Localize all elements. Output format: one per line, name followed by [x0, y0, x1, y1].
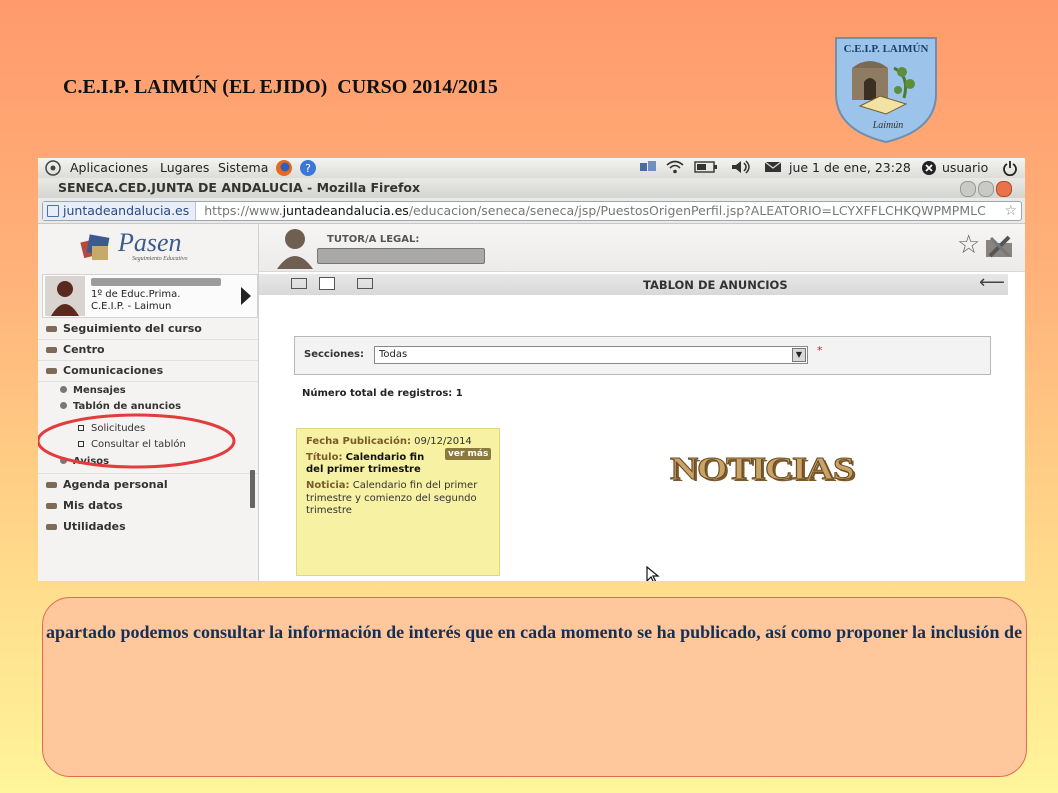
menu-seguimiento[interactable]: Seguimiento del curso	[46, 322, 202, 335]
favorites-star-icon[interactable]: ☆	[957, 230, 980, 260]
menu-divider	[38, 339, 258, 340]
required-mark: *	[817, 344, 823, 357]
ver-mas-button[interactable]: ver más	[445, 448, 492, 460]
menu-divider	[38, 381, 258, 382]
navigation-toolbar: juntadeandalucia.es https://www.juntadea…	[38, 198, 1025, 224]
window-title: SENECA.CED.JUNTA DE ANDALUCIA - Mozilla …	[58, 180, 421, 195]
os-menu-system[interactable]: Sistema	[218, 160, 268, 175]
tools-icon[interactable]	[987, 234, 1013, 260]
menu-centro[interactable]: Centro	[46, 343, 105, 356]
panel-title: TABLON DE ANUNCIOS	[643, 278, 788, 292]
window-maximize-button[interactable]	[978, 181, 994, 197]
notice-card: Fecha Publicación: 09/12/2014 Título: Ca…	[296, 428, 500, 576]
submenu-label: Mensajes	[73, 385, 126, 396]
logo-text: C.E.I.P. LAIMÚN	[844, 43, 929, 55]
menu-label: Comunicaciones	[63, 364, 164, 377]
compose-icon[interactable]	[291, 278, 307, 289]
folder-icon	[46, 482, 57, 488]
notice-date-label: Fecha Publicación:	[306, 436, 411, 447]
sections-select-value: Todas	[379, 349, 408, 360]
window-close-button[interactable]	[996, 181, 1012, 197]
clock-datetime[interactable]: jue 1 de ene, 23:28	[789, 160, 911, 175]
os-username[interactable]: usuario	[942, 160, 988, 175]
role-label: TUTOR/A LEGAL:	[327, 234, 420, 245]
notice-title-label: Título:	[306, 452, 343, 463]
url-prefix: https://www.	[204, 203, 283, 218]
os-menu-places[interactable]: Lugares	[160, 160, 209, 175]
wifi-icon[interactable]	[666, 159, 684, 178]
notice-date: 09/12/2014	[414, 436, 472, 447]
panel-header: TABLON DE ANUNCIOS ⟵	[259, 272, 1008, 295]
noticias-banner: NOTICIAS	[669, 450, 855, 487]
window-titlebar[interactable]: SENECA.CED.JUNTA DE ANDALUCIA - Mozilla …	[38, 178, 1025, 198]
site-identity-icon	[47, 205, 59, 217]
highlight-circle	[38, 413, 236, 469]
user-status-icon[interactable]	[921, 160, 937, 179]
menu-label: Utilidades	[63, 520, 126, 533]
logo-signature: Laimún	[872, 120, 904, 131]
submenu-mensajes[interactable]: Mensajes	[60, 385, 126, 396]
pasen-logo: Pasen Seguimiento Educativo	[78, 228, 228, 270]
student-school: C.E.I.P. - Laimun	[91, 301, 172, 312]
folder-icon	[46, 524, 57, 530]
url-text: https://www.juntadeandalucia.es/educacio…	[200, 203, 986, 218]
app-header: TUTOR/A LEGAL: ☆	[259, 224, 1025, 272]
os-top-panel: Aplicaciones Lugares Sistema ? jue 1 de …	[38, 158, 1025, 178]
explanation-text: En este apartado podemos consultar la in…	[43, 622, 1026, 642]
url-domain: juntadeandalucia.es	[282, 203, 409, 218]
slide-title: C.E.I.P. LAIMÚN (EL EJIDO) CURSO 2014/20…	[63, 76, 498, 98]
svg-text:?: ?	[305, 162, 311, 175]
menu-utilidades[interactable]: Utilidades	[46, 520, 126, 533]
url-bar[interactable]: juntadeandalucia.es https://www.juntadea…	[42, 201, 1022, 221]
bullet-icon	[60, 386, 67, 393]
notice-body-label: Noticia:	[306, 480, 350, 491]
expand-arrow-icon[interactable]	[241, 287, 251, 305]
window-minimize-button[interactable]	[960, 181, 976, 197]
total-records: Número total de registros: 1	[302, 388, 463, 399]
bookmark-star-icon[interactable]: ☆	[1004, 202, 1017, 220]
menu-label: Centro	[63, 343, 105, 356]
filter-box: Secciones: Todas ▼ *	[294, 336, 991, 375]
app-screenshot: Aplicaciones Lugares Sistema ? jue 1 de …	[38, 158, 1025, 581]
dropdown-arrow-icon[interactable]: ▼	[792, 348, 806, 362]
tutor-name-redacted	[317, 248, 485, 264]
menu-comunicaciones[interactable]: Comunicaciones	[46, 364, 163, 377]
folder-icon	[46, 503, 57, 509]
student-avatar	[45, 276, 85, 316]
power-icon[interactable]	[1002, 160, 1018, 179]
site-identity-label: juntadeandalucia.es	[63, 203, 190, 218]
tutor-avatar-icon	[277, 229, 313, 269]
menu-mis-datos[interactable]: Mis datos	[46, 499, 123, 512]
menu-label: Seguimiento del curso	[63, 322, 202, 335]
folder-icon	[46, 347, 57, 353]
back-arrow-icon[interactable]: ⟵	[979, 272, 1005, 293]
student-card[interactable]: 1º de Educ.Prima. C.E.I.P. - Laimun	[42, 274, 258, 318]
sections-select[interactable]: Todas ▼	[374, 346, 808, 364]
menu-label: Mis datos	[63, 499, 123, 512]
explanation-callout: En este apartado podemos consultar la in…	[42, 597, 1027, 777]
sidebar: Pasen Seguimiento Educativo 1º de Educ.P…	[38, 224, 259, 581]
mouse-cursor-icon	[646, 566, 660, 581]
print-icon[interactable]	[319, 277, 335, 290]
school-logo: C.E.I.P. LAIMÚN Laimún	[835, 37, 937, 144]
network-icon[interactable]	[638, 159, 660, 178]
battery-icon[interactable]	[694, 161, 718, 176]
student-course: 1º de Educ.Prima.	[91, 289, 181, 300]
pasen-logo-name: Pasen	[118, 228, 182, 257]
site-identity-button[interactable]: juntadeandalucia.es	[43, 202, 197, 220]
mail-envelope-icon[interactable]	[357, 278, 373, 289]
menu-divider	[38, 360, 258, 361]
url-path: /educacion/seneca/seneca/jsp/PuestosOrig…	[408, 203, 986, 218]
student-name-redacted	[91, 278, 221, 286]
volume-icon[interactable]	[730, 159, 752, 178]
filter-label: Secciones:	[304, 349, 364, 360]
os-menu-applications[interactable]: Aplicaciones	[70, 160, 148, 175]
bullet-icon	[60, 402, 67, 409]
ubuntu-icon[interactable]	[44, 159, 62, 180]
folder-icon	[46, 326, 57, 332]
folder-icon	[46, 368, 57, 374]
pasen-logo-tagline: Seguimiento Educativo	[132, 256, 188, 262]
pasen-logo-icon	[80, 234, 110, 260]
mail-icon[interactable]	[764, 161, 782, 176]
